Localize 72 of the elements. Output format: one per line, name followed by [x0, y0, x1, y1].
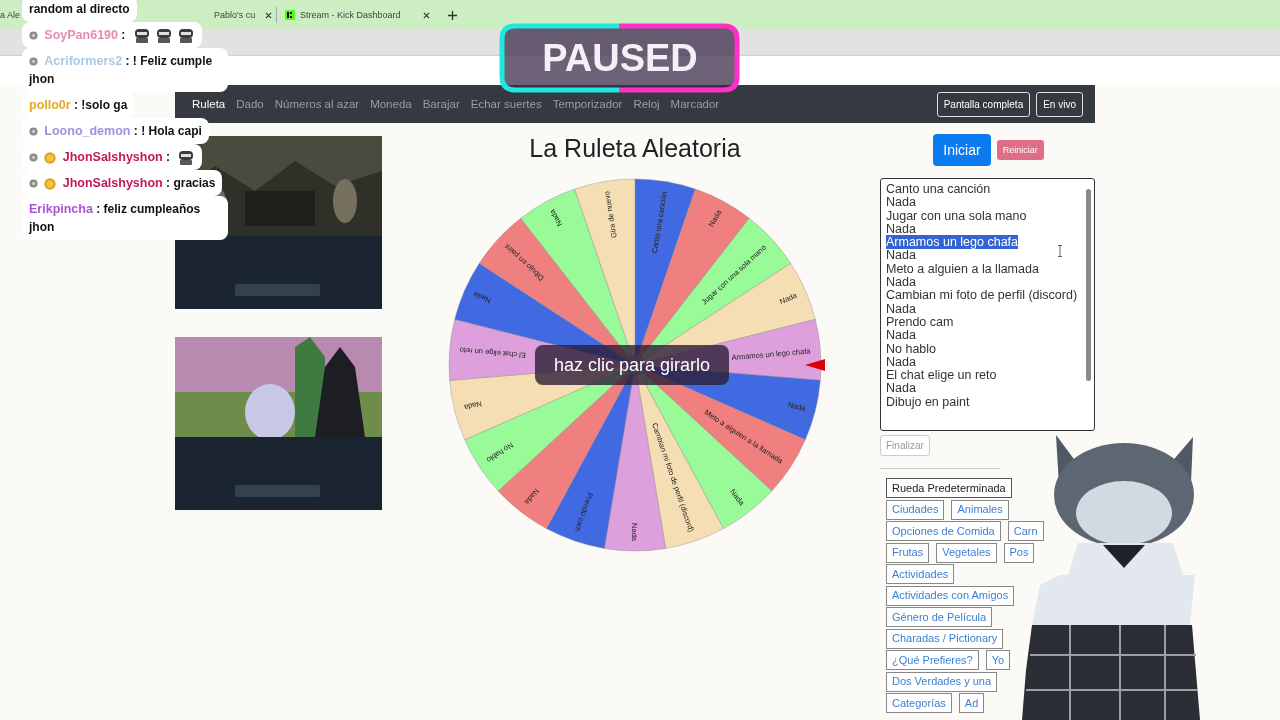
option-line: El chat elige un reto [886, 368, 997, 383]
preset-button[interactable]: Yo [985, 650, 1011, 670]
options-textarea[interactable] [880, 178, 1095, 431]
preset-button[interactable]: Ad [958, 693, 985, 713]
emote-icon [177, 149, 196, 166]
nav-link[interactable]: Marcador [670, 98, 720, 110]
option-line: Canto una canción [886, 182, 991, 196]
text-cursor-icon [1057, 245, 1063, 257]
option-line: Nada [886, 275, 916, 290]
option-line: Prendo cam [886, 314, 954, 329]
chat-message: pollo0r : !solo ga [29, 98, 128, 112]
reset-button[interactable]: Reiniciar [996, 140, 1044, 160]
scrollbar[interactable] [1086, 189, 1091, 381]
nav-button[interactable]: En vivo [1036, 91, 1083, 117]
chat-message: Loono_demon : ! Hola capi [44, 124, 202, 138]
nav-button[interactable]: Pantalla completa [936, 91, 1031, 117]
option-line: Nada [886, 328, 916, 343]
nav-link[interactable]: Números al azar [274, 98, 360, 110]
option-line: Cambian mi foto de perfil (discord) [886, 288, 1078, 303]
close-icon[interactable] [423, 11, 431, 19]
nav-link[interactable]: Ruleta [192, 98, 226, 110]
preset-button[interactable]: ¿Qué Prefieres? [886, 650, 979, 670]
option-line: Nada [886, 221, 916, 236]
emote-icon [176, 27, 195, 44]
option-line: No hablo [886, 341, 937, 356]
chat-message: Erikpincha : feliz cumpleaños jhon [29, 202, 201, 234]
preset-button[interactable]: Rueda Predeterminada [886, 478, 1012, 498]
chat-message: Acriformers2 : ! Feliz cumple jhon [29, 54, 213, 86]
preset-button[interactable]: Charadas / Pictionary [886, 628, 1004, 649]
chat-message: random al directo [29, 2, 130, 16]
option-line: Nada [886, 381, 916, 396]
nav-link[interactable]: Dado [236, 98, 264, 110]
nav-link[interactable]: Moneda [370, 98, 412, 110]
nav-link[interactable]: Barajar [422, 98, 460, 110]
option-line: Nada [886, 248, 916, 263]
preset-button[interactable]: Vegetales [936, 542, 997, 563]
paused-label: PAUSED [541, 36, 699, 80]
option-line: Dibujo en paint [886, 394, 970, 409]
preset-button[interactable]: Carn [1007, 521, 1044, 541]
option-line: Nada [886, 301, 916, 316]
preset-button[interactable]: Dos Verdades y una [886, 671, 998, 692]
favicon-icon [285, 10, 296, 20]
chat-message: JhonSalshyshon : gracias [62, 176, 216, 190]
page-title: La Ruleta Aleatoria [529, 133, 741, 163]
emote-icon [132, 27, 151, 44]
option-line: Jugar con una sola mano [886, 208, 1027, 223]
pointer-icon [805, 358, 825, 372]
new-tab-icon[interactable] [448, 10, 458, 20]
preset-button[interactable]: Opciones de Comida [886, 521, 1001, 541]
browser-tab[interactable]: Pablo's cu [208, 0, 275, 30]
option-line: Nada [886, 195, 916, 210]
option-line: Nada [886, 354, 916, 369]
nav-link[interactable]: Temporizador [552, 98, 623, 110]
chat-message: JhonSalshyshon : [62, 150, 171, 164]
preset-button[interactable]: Pos [1003, 542, 1035, 563]
preset-button[interactable]: Categorías [886, 693, 952, 713]
preset-button[interactable]: Actividades [886, 564, 955, 584]
close-icon[interactable] [265, 11, 273, 19]
nav-link[interactable]: Echar suertes [470, 98, 542, 110]
preset-button[interactable]: Frutas [886, 542, 930, 563]
preset-button[interactable]: Ciudades [886, 499, 945, 520]
preset-button[interactable]: Actividades con Amigos [886, 585, 1015, 606]
nav-link[interactable]: Reloj [633, 98, 660, 110]
browser-tab[interactable]: Stream - Kick Dashboard [279, 0, 443, 30]
preset-button[interactable]: Animales [951, 499, 1009, 520]
browser-tab[interactable]: a Ale [0, 0, 21, 30]
emote-icon [154, 27, 173, 44]
spin-overlay[interactable]: haz clic para girarlo [535, 345, 729, 385]
preset-button[interactable]: Género de Película [886, 607, 993, 627]
chat-message: SoyPan6190 : [44, 28, 126, 42]
option-line: Meto a alguien a la llamada [886, 261, 1039, 276]
start-button[interactable]: Iniciar [933, 134, 991, 166]
